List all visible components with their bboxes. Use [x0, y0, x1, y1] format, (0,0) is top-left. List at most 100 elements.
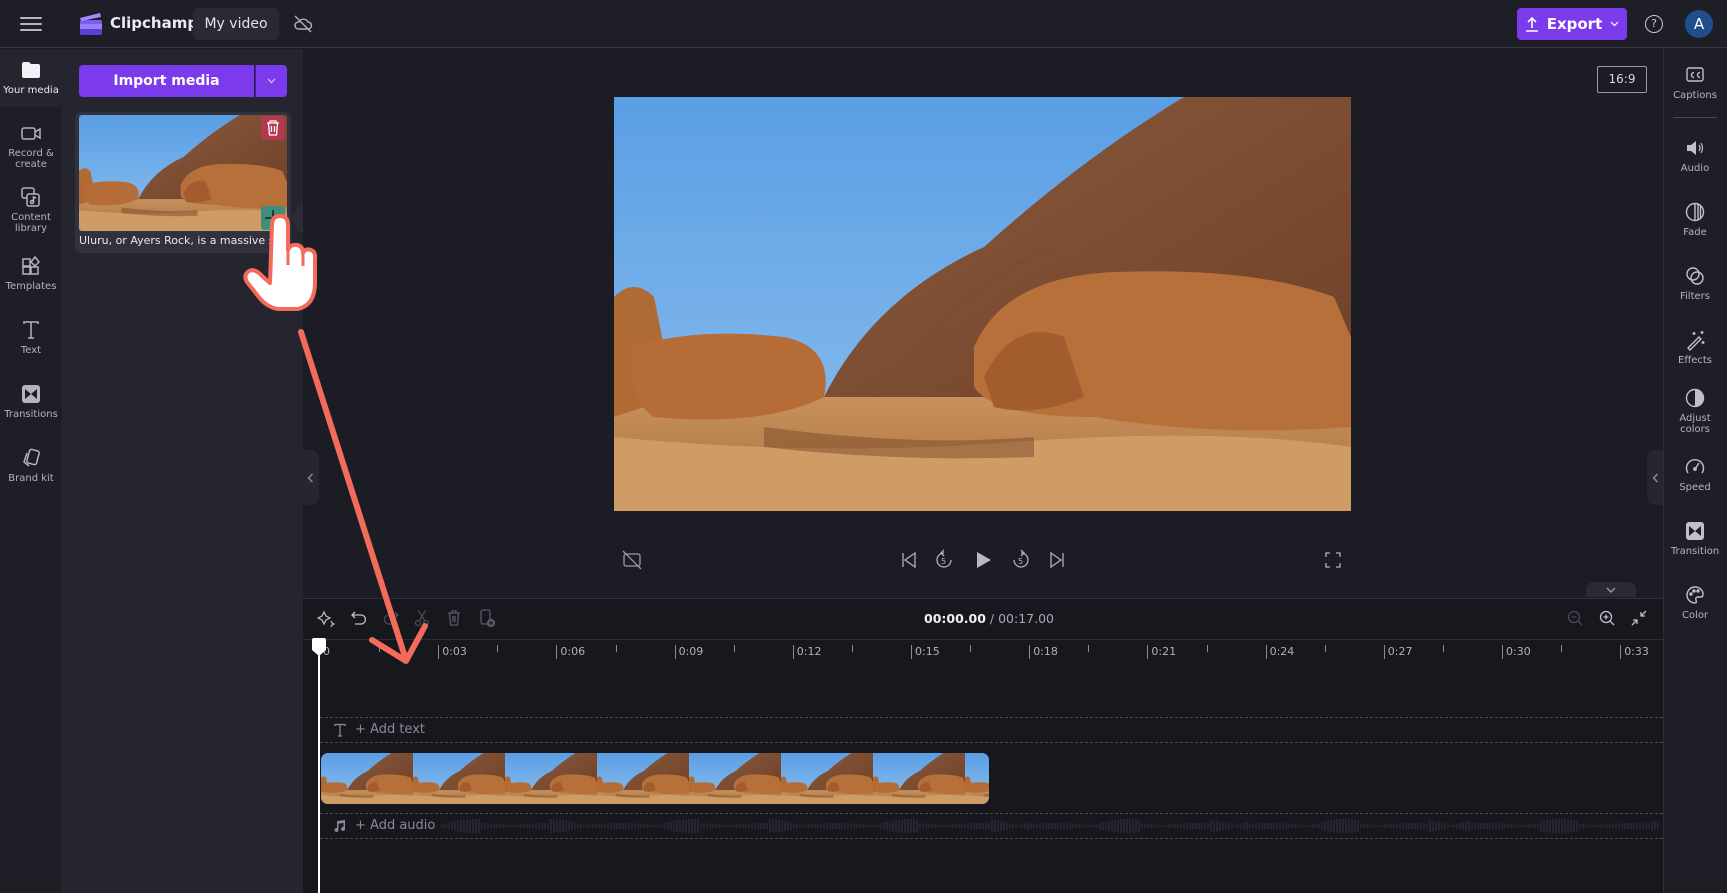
media-item[interactable]: Uluru, or Ayers Rock, is a massive s... — [75, 112, 291, 253]
menu-icon[interactable] — [20, 15, 42, 33]
collapse-right-panel-button[interactable] — [1647, 450, 1663, 505]
fit-timeline-icon[interactable] — [1630, 609, 1648, 627]
import-media-button[interactable]: Import media — [79, 65, 254, 97]
time-separator: / — [985, 611, 999, 626]
filters-icon — [1686, 267, 1704, 285]
import-media-dropdown[interactable] — [255, 65, 287, 97]
left-rail: Your media Record & create Content libra… — [0, 49, 62, 893]
play-icon[interactable] — [972, 549, 994, 571]
property-fade[interactable]: Fade — [1663, 201, 1727, 238]
add-text-label[interactable]: + Add text — [355, 722, 425, 737]
split-scissors-icon[interactable] — [413, 609, 431, 627]
ruler-tick-label: 0:06 — [556, 645, 585, 659]
ruler-tick-label: 0:09 — [674, 645, 703, 659]
zoom-out-icon[interactable] — [1566, 609, 1584, 627]
captions-off-icon[interactable] — [621, 549, 643, 571]
ruler-tick-label: 0:24 — [1265, 645, 1294, 659]
sidebar-item-text[interactable]: Text — [0, 319, 62, 356]
folder-icon — [22, 62, 40, 78]
collapse-left-panel-button[interactable] — [303, 450, 319, 505]
duplicate-icon[interactable] — [478, 609, 496, 627]
clip-frame-thumbnail — [781, 753, 873, 804]
chevron-down-icon — [1610, 21, 1619, 27]
sidebar-item-transitions[interactable]: Transitions — [0, 383, 62, 420]
chevron-left-icon — [1652, 473, 1659, 483]
ruler-tick-label: 0:33 — [1620, 645, 1649, 659]
chevron-left-icon — [307, 473, 314, 483]
captions-icon — [1686, 67, 1704, 82]
ruler-minor-tick — [1088, 645, 1090, 652]
ruler-tick-label: 0:27 — [1383, 645, 1413, 659]
timeline-ruler[interactable] — [303, 639, 1663, 665]
magic-sparkle-icon[interactable] — [317, 609, 335, 627]
video-clip[interactable] — [321, 753, 989, 804]
clip-frame-thumbnail — [965, 753, 989, 804]
property-adjust-colors[interactable]: Adjust colors — [1663, 387, 1727, 435]
aspect-ratio-button[interactable]: 16:9 — [1597, 66, 1647, 93]
ruler-minor-tick — [615, 645, 617, 652]
video-preview[interactable] — [614, 97, 1351, 511]
forward-5-icon[interactable]: 5 — [1010, 549, 1032, 571]
music-note-icon — [334, 820, 345, 832]
text-track[interactable] — [320, 717, 1663, 743]
media-thumbnail[interactable] — [79, 115, 287, 231]
sidebar-item-record-create[interactable]: Record & create — [0, 122, 62, 170]
delete-media-button[interactable] — [261, 116, 285, 140]
add-audio-label[interactable]: + Add audio — [355, 818, 435, 833]
ruler-minor-tick — [1324, 645, 1326, 652]
add-to-timeline-button[interactable] — [261, 206, 285, 230]
property-color[interactable]: Color — [1663, 584, 1727, 621]
speed-icon — [1685, 458, 1705, 474]
sidebar-item-brand-kit[interactable]: Brand kit — [0, 447, 62, 484]
property-captions[interactable]: Captions — [1663, 64, 1727, 101]
trash-icon — [267, 120, 279, 136]
effects-icon — [1687, 331, 1705, 351]
undo-icon[interactable] — [350, 609, 368, 627]
clipchamp-logo-icon — [80, 13, 102, 35]
transition-icon — [1686, 522, 1704, 540]
rewind-5-icon[interactable]: 5 — [933, 549, 955, 571]
ruler-minor-tick — [1561, 645, 1563, 652]
property-speed[interactable]: Speed — [1663, 456, 1727, 493]
property-audio[interactable]: Audio — [1663, 137, 1727, 174]
clip-frame-thumbnail — [597, 753, 689, 804]
playhead-line — [318, 645, 320, 893]
delete-icon[interactable] — [445, 609, 463, 627]
uluru-thumbnail-image — [79, 115, 287, 231]
collapse-timeline-button[interactable] — [1586, 582, 1636, 597]
help-icon[interactable]: ? — [1645, 15, 1663, 33]
templates-icon — [22, 255, 41, 275]
skip-back-icon[interactable] — [898, 549, 920, 571]
text-icon — [334, 723, 346, 737]
sidebar-item-your-media[interactable]: Your media — [0, 49, 62, 107]
zoom-in-icon[interactable] — [1598, 609, 1616, 627]
uluru-preview-image — [614, 97, 1351, 511]
ruler-minor-tick — [1442, 645, 1444, 652]
cloud-off-icon[interactable] — [293, 14, 313, 34]
ruler-tick-label: 0:03 — [438, 645, 467, 659]
ruler-minor-tick — [379, 645, 381, 652]
ruler-minor-tick — [970, 645, 972, 652]
ruler-tick-label: 0:12 — [792, 645, 822, 659]
media-caption: Uluru, or Ayers Rock, is a massive s... — [79, 234, 279, 247]
sidebar-item-templates[interactable]: Templates — [0, 255, 62, 292]
project-title[interactable]: My video — [193, 8, 279, 40]
property-filters[interactable]: Filters — [1663, 265, 1727, 302]
sidebar-item-content-library[interactable]: Content library — [0, 186, 62, 234]
playhead-handle[interactable] — [312, 638, 326, 656]
top-bar: Clipchamp My video Export ? A — [0, 0, 1727, 48]
property-transition[interactable]: Transition — [1663, 520, 1727, 557]
waveform-path — [440, 819, 1659, 833]
audio-icon — [1687, 141, 1704, 155]
ruler-tick-label: 0:18 — [1029, 645, 1058, 659]
timecode: 00:00.00 / 00:17.00 — [924, 611, 1054, 626]
property-effects[interactable]: Effects — [1663, 329, 1727, 366]
skip-forward-icon[interactable] — [1046, 549, 1068, 571]
audio-waveform-placeholder — [440, 819, 1659, 833]
clip-frame-thumbnail — [413, 753, 505, 804]
brand-name: Clipchamp — [110, 14, 199, 32]
fullscreen-icon[interactable] — [1322, 549, 1344, 571]
redo-icon[interactable] — [382, 609, 400, 627]
avatar[interactable]: A — [1685, 10, 1713, 38]
export-button[interactable]: Export — [1517, 8, 1627, 40]
